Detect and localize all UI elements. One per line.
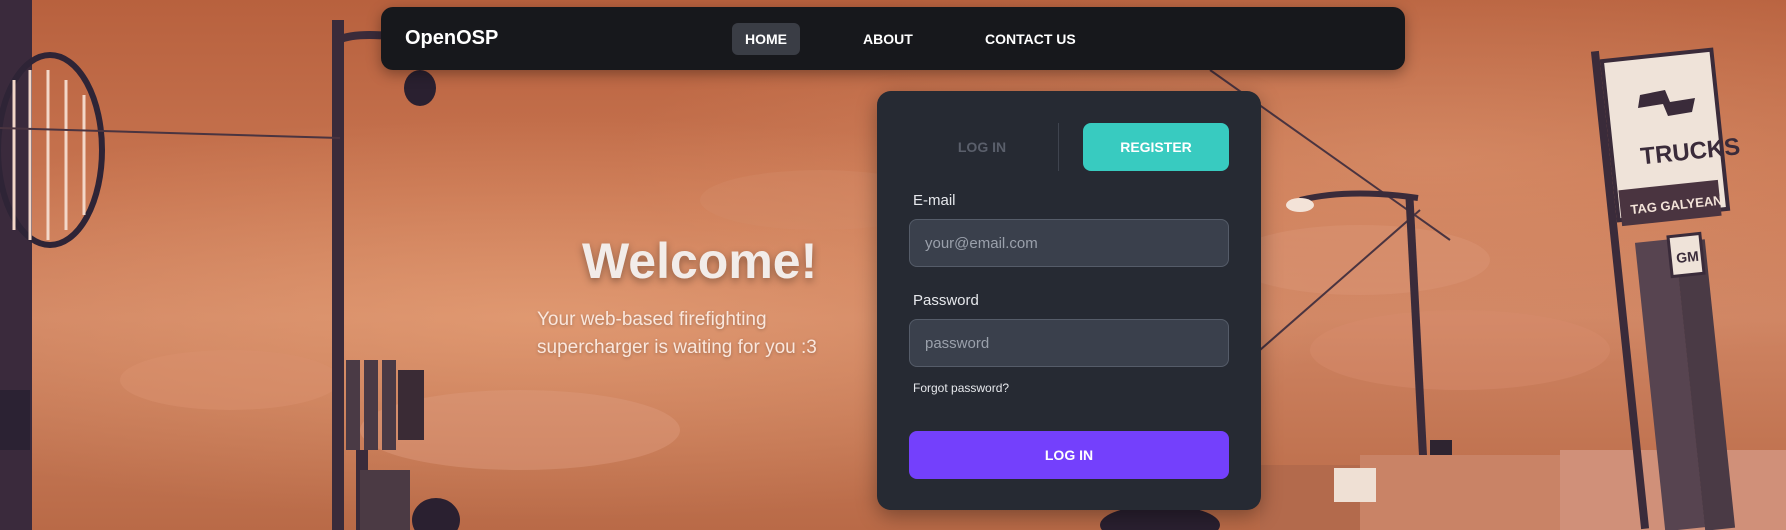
page: TRUCKS TAG GALYEAN GM OpenOSP HOME ABOUT… xyxy=(0,0,1786,530)
chevrolet-sign-icon xyxy=(1334,468,1376,502)
top-navbar: OpenOSP HOME ABOUT CONTACT US xyxy=(381,7,1405,70)
auth-card: LOG IN REGISTER E-mail Password Forgot p… xyxy=(877,91,1261,510)
cloud xyxy=(1310,310,1610,390)
distant-building xyxy=(1360,455,1560,530)
forgot-password-link[interactable]: Forgot password? xyxy=(913,381,1009,395)
password-field[interactable] xyxy=(909,319,1229,367)
person-silhouette xyxy=(412,498,460,530)
left-traffic-light xyxy=(0,390,30,450)
tab-log-in[interactable]: LOG IN xyxy=(909,123,1055,171)
welcome-subtitle: Your web-based firefighting supercharger… xyxy=(537,309,817,358)
log-in-button[interactable]: LOG IN xyxy=(909,431,1229,479)
nav-link-about[interactable]: ABOUT xyxy=(850,23,926,55)
tab-register[interactable]: REGISTER xyxy=(1083,123,1229,171)
email-label: E-mail xyxy=(913,192,956,209)
welcome-heading: Welcome! xyxy=(582,233,818,289)
email-field[interactable] xyxy=(909,219,1229,267)
gm-sign-text: GM xyxy=(1675,248,1699,266)
nav-link-contact-us[interactable]: CONTACT US xyxy=(972,23,1089,55)
brand-logo[interactable]: OpenOSP xyxy=(405,7,498,70)
password-label: Password xyxy=(913,292,979,309)
tab-divider xyxy=(1058,123,1059,171)
cloud xyxy=(1230,225,1490,295)
cloud xyxy=(120,350,340,410)
nav-link-home[interactable]: HOME xyxy=(732,23,800,55)
